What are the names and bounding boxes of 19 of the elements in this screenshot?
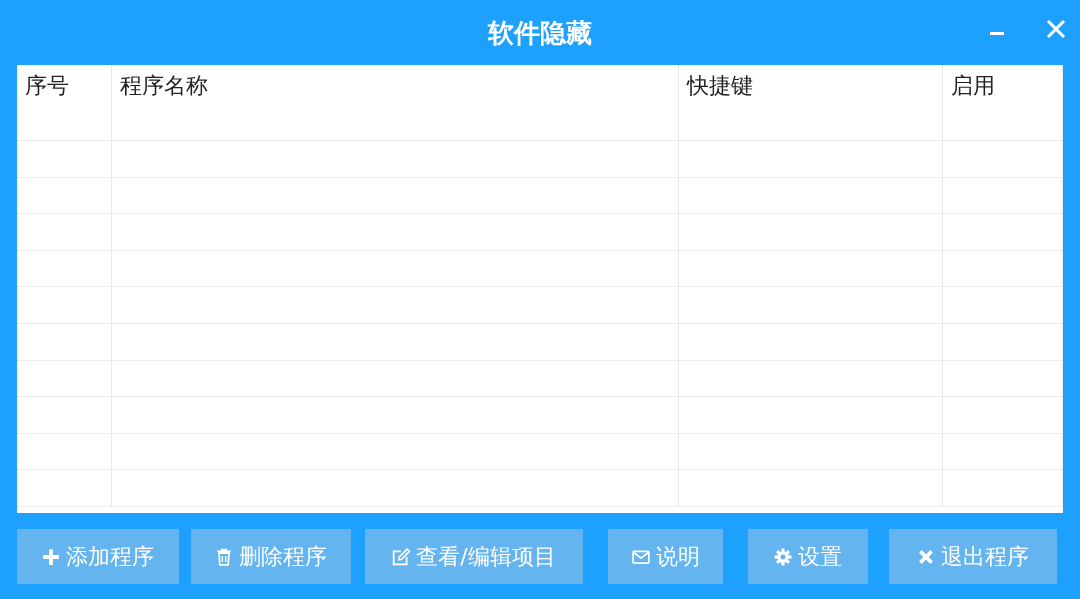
gear-icon [774,547,792,566]
toolbar-button[interactable]: 说明 [608,529,723,584]
plus-icon [42,547,60,566]
toolbar-button[interactable]: 退出程序 [889,529,1057,584]
column-header[interactable]: 序号 [17,65,112,141]
minimize-icon [990,32,1004,35]
edit-icon [392,547,411,566]
close-icon [1046,18,1066,39]
column-header[interactable]: 启用 [943,65,1063,141]
column-header[interactable]: 程序名称 [112,65,679,141]
envelope-icon [631,547,650,566]
trash-icon [215,547,233,566]
close-icon [917,547,935,566]
window-title: 软件隐藏 [488,19,592,46]
toolbar-button[interactable]: 删除程序 [191,529,351,584]
toolbar-button[interactable]: 查看/编辑项目 [365,529,583,584]
toolbar-button[interactable]: 设置 [748,529,868,584]
toolbar-button[interactable]: 添加程序 [17,529,179,584]
column-header[interactable]: 快捷键 [679,65,943,141]
